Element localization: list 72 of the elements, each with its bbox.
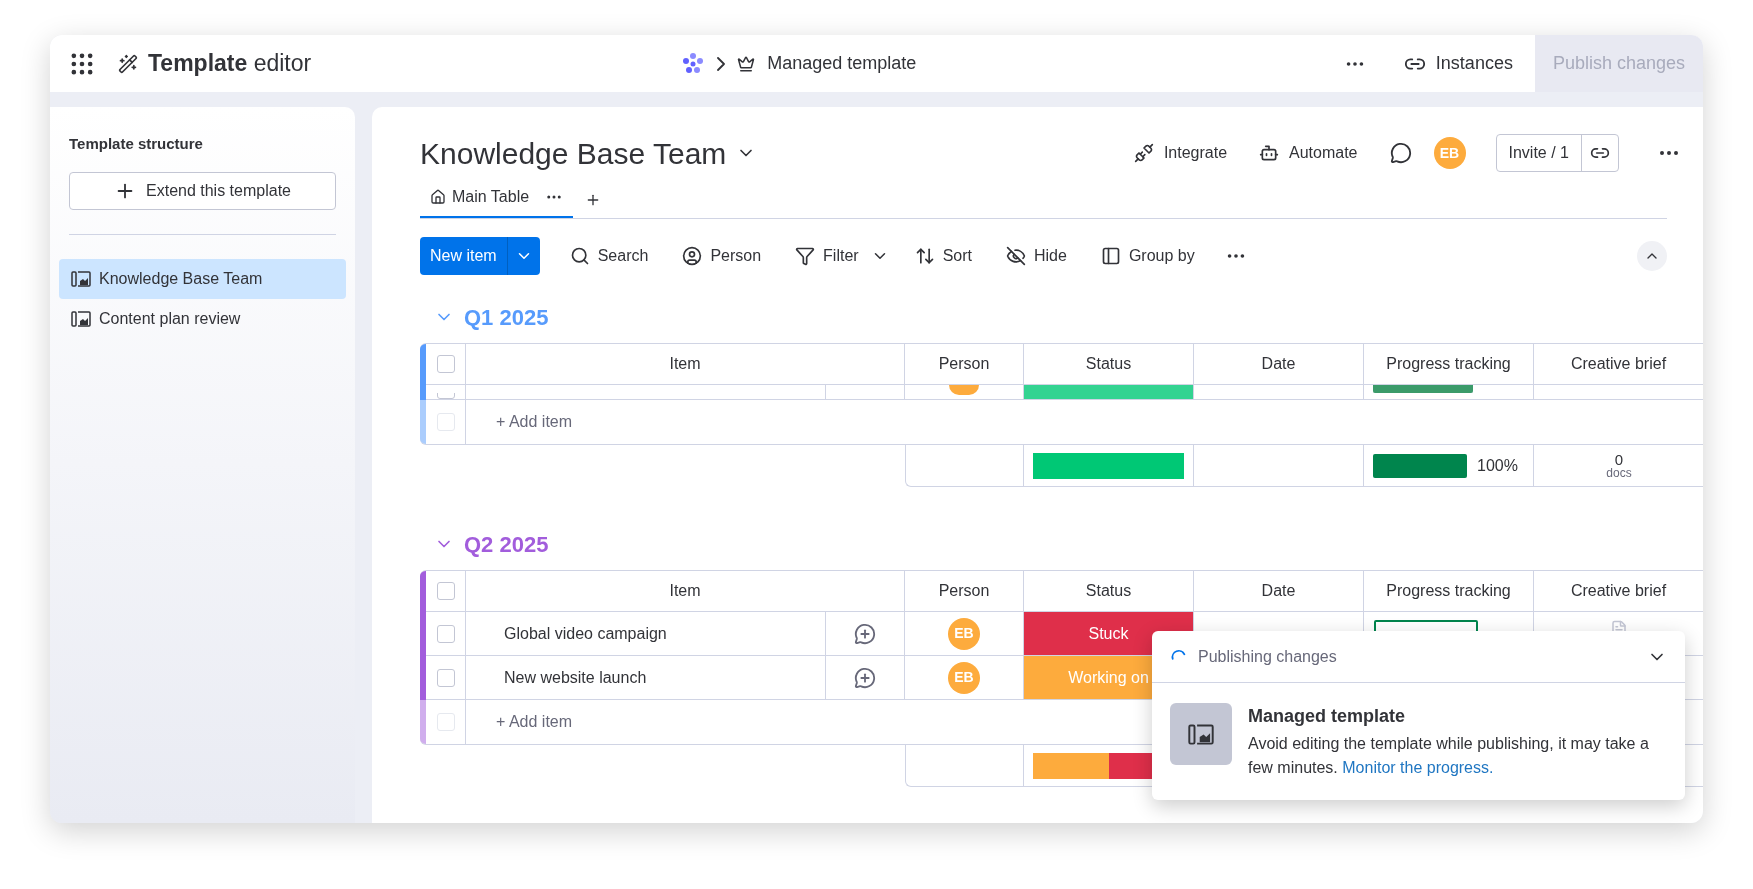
toast-heading: Managed template [1248, 705, 1407, 728]
board-icon [71, 310, 91, 327]
extend-template-button[interactable]: Extend this template [69, 171, 336, 210]
row-checkbox[interactable] [436, 582, 455, 600]
board-icon [71, 270, 91, 287]
item-name[interactable]: New website launch [504, 665, 647, 690]
add-item-button[interactable]: + Add item [496, 410, 573, 434]
add-update-icon[interactable] [854, 622, 876, 645]
toolbar-button[interactable]: Filter [787, 244, 867, 268]
board-icon [1188, 723, 1214, 745]
toolbar-button[interactable]: Search [561, 244, 657, 268]
unplug-icon [1133, 143, 1154, 163]
sidebar-item[interactable]: Knowledge Base Team [59, 258, 346, 299]
board-tab[interactable]: Main Table [420, 178, 574, 218]
search-icon [569, 246, 590, 266]
sidebar-item[interactable]: Content plan review [59, 298, 346, 339]
row-checkbox[interactable] [436, 668, 455, 687]
column-header: Creative brief [1570, 581, 1667, 601]
add-row-color-bar [420, 400, 426, 444]
column-header: Date [1261, 581, 1296, 601]
toolbar-button[interactable]: Sort [906, 244, 980, 268]
robot-icon [1259, 143, 1280, 163]
monitor-link[interactable]: Monitor the progress. [1342, 759, 1494, 776]
column-header: Status [1085, 354, 1132, 374]
column-header: Creative brief [1570, 354, 1667, 374]
chevron-right-icon [717, 56, 726, 71]
board-title[interactable]: Knowledge Base Team [420, 130, 727, 176]
item-name[interactable]: Global video campaign [504, 621, 667, 646]
column-header: Date [1261, 354, 1296, 374]
new-item-button[interactable]: New item [420, 237, 507, 275]
column-header: Person [938, 354, 990, 374]
column-header: Person [938, 581, 990, 601]
avatar: EB [948, 661, 980, 694]
sort-icon [914, 246, 935, 266]
filter-icon [795, 246, 816, 266]
board-action-button[interactable]: Integrate [1123, 141, 1238, 165]
instances-button[interactable]: Instances [1403, 50, 1513, 77]
sidebar-heading: Template structure [68, 134, 204, 154]
progress-percentage: 100% [1477, 455, 1518, 476]
toolbar-button[interactable]: Person [674, 244, 770, 268]
breadcrumb-link[interactable]: Managed template [767, 50, 917, 77]
wand-icon [118, 53, 138, 74]
toolbar-button[interactable]: Group by [1092, 244, 1203, 268]
column-header: Status [1085, 581, 1132, 601]
add-update-icon[interactable] [854, 666, 876, 689]
app-title: Template editor [148, 49, 312, 79]
docs-count: 0 [1614, 452, 1624, 467]
toast-title: Publishing changes [1198, 646, 1337, 667]
crown-icon [737, 54, 756, 73]
home-icon [430, 189, 446, 205]
collapse-button[interactable] [1637, 241, 1667, 271]
column-header: Progress tracking [1386, 354, 1511, 374]
eye-off-icon [1006, 246, 1026, 266]
docs-label: docs [1606, 467, 1632, 479]
avatar [949, 385, 979, 395]
column-header: Progress tracking [1386, 581, 1511, 601]
group-title[interactable]: Q2 2025 [464, 527, 549, 561]
toolbar-button[interactable]: Hide [998, 244, 1075, 268]
add-item-button[interactable]: + Add item [496, 710, 573, 734]
avatar: EB [948, 617, 980, 650]
board-action-button[interactable]: Automate [1249, 141, 1368, 165]
column-header: Item [669, 354, 701, 374]
logo-icon [681, 51, 706, 76]
toast-message: Avoid editing the template while publishing, it may take a few minutes. Monitor the progress. [1248, 734, 1650, 778]
panel-icon [1100, 246, 1121, 266]
chat-icon[interactable] [1389, 142, 1412, 164]
column-header: Item [669, 581, 701, 601]
row-checkbox[interactable] [436, 355, 455, 373]
person-icon [682, 246, 703, 266]
row-checkbox[interactable] [436, 624, 455, 643]
add-row-color-bar [420, 700, 426, 744]
new-item-dropdown[interactable] [506, 237, 540, 275]
